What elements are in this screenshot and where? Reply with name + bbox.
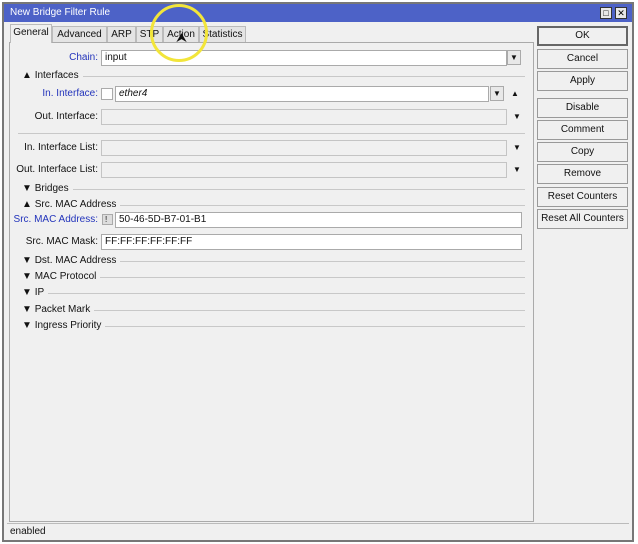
section-title: Src. MAC Address [34,199,117,210]
in-interface-label: In. Interface: [42,88,98,99]
negate-toggle-icon[interactable]: ! [102,214,113,225]
src-mac-address-label: Src. MAC Address: [13,214,98,225]
status-bar: enabled [7,523,629,540]
mouse-cursor-icon: ⮝ [176,30,188,45]
expand-down-icon[interactable]: ▼ [513,165,521,175]
src-mac-mask-input[interactable]: FF:FF:FF:FF:FF:FF [101,234,522,250]
general-panel: Chain: input ▼ ▲ Interfaces In. Interfac… [9,42,534,522]
src-mac-mask-label: Src. MAC Mask: [25,236,98,247]
expand-down-icon: ▼ [22,287,35,298]
copy-button[interactable]: Copy [537,142,628,162]
divider [18,133,525,134]
bridges-section[interactable]: ▼ Bridges [18,183,525,195]
section-title: Interfaces [34,70,79,81]
mac-protocol-section[interactable]: ▼ MAC Protocol [18,271,525,283]
reset-counters-button[interactable]: Reset Counters [537,187,628,207]
reset-all-counters-button[interactable]: Reset All Counters [537,209,628,229]
ingress-priority-section[interactable]: ▼ Ingress Priority [18,320,525,332]
maximize-icon[interactable]: □ [600,7,612,19]
ok-button[interactable]: OK [537,26,628,46]
collapse-up-icon: ▲ [22,70,35,81]
window-title: New Bridge Filter Rule [10,7,111,18]
expand-down-icon: ▼ [22,183,35,194]
section-title: Bridges [34,183,69,194]
chain-label: Chain: [69,52,98,63]
disable-button[interactable]: Disable [537,98,628,118]
apply-button[interactable]: Apply [537,71,628,91]
tab-general[interactable]: General [10,24,52,43]
expand-down-icon[interactable]: ▼ [513,112,521,122]
packet-mark-section[interactable]: ▼ Packet Mark [18,304,525,316]
out-interface-list-input[interactable] [101,162,507,178]
out-interface-label: Out. Interface: [34,111,98,122]
expand-down-icon: ▼ [22,271,35,282]
dst-mac-section[interactable]: ▼ Dst. MAC Address [18,255,525,267]
src-mac-section[interactable]: ▲ Src. MAC Address [18,199,525,211]
cancel-button[interactable]: Cancel [537,49,628,69]
expand-down-icon: ▼ [22,255,35,266]
remove-button[interactable]: Remove [537,164,628,184]
section-title: Ingress Priority [34,320,102,331]
in-interface-input[interactable]: ether4 [115,86,489,102]
expand-down-icon: ▼ [22,320,35,331]
ip-section[interactable]: ▼ IP [18,287,525,299]
in-interface-list-label: In. Interface List: [24,142,98,153]
tab-arp[interactable]: ARP [107,26,136,43]
title-bar: New Bridge Filter Rule □ ✕ [4,4,632,22]
out-interface-list-label: Out. Interface List: [16,164,98,175]
in-interface-list-input[interactable] [101,140,507,156]
remove-field-up-icon[interactable]: ▲ [511,89,519,99]
section-title: IP [34,287,45,298]
chain-dropdown-icon[interactable]: ▼ [507,50,521,65]
section-title: Packet Mark [34,304,91,315]
expand-down-icon[interactable]: ▼ [513,143,521,153]
section-title: Dst. MAC Address [34,255,117,266]
src-mac-address-input[interactable]: 50-46-5D-B7-01-B1 [115,212,522,228]
interfaces-section[interactable]: ▲ Interfaces [18,70,525,82]
collapse-up-icon: ▲ [22,199,35,210]
comment-button[interactable]: Comment [537,120,628,140]
section-title: MAC Protocol [34,271,97,282]
in-interface-dropdown-icon[interactable]: ▼ [490,86,504,101]
in-interface-negate-checkbox[interactable] [101,88,113,100]
tab-advanced[interactable]: Advanced [52,26,107,43]
out-interface-input[interactable] [101,109,507,125]
close-icon[interactable]: ✕ [615,7,627,19]
expand-down-icon: ▼ [22,304,35,315]
dialog-window: New Bridge Filter Rule □ ✕ General Advan… [2,2,634,542]
